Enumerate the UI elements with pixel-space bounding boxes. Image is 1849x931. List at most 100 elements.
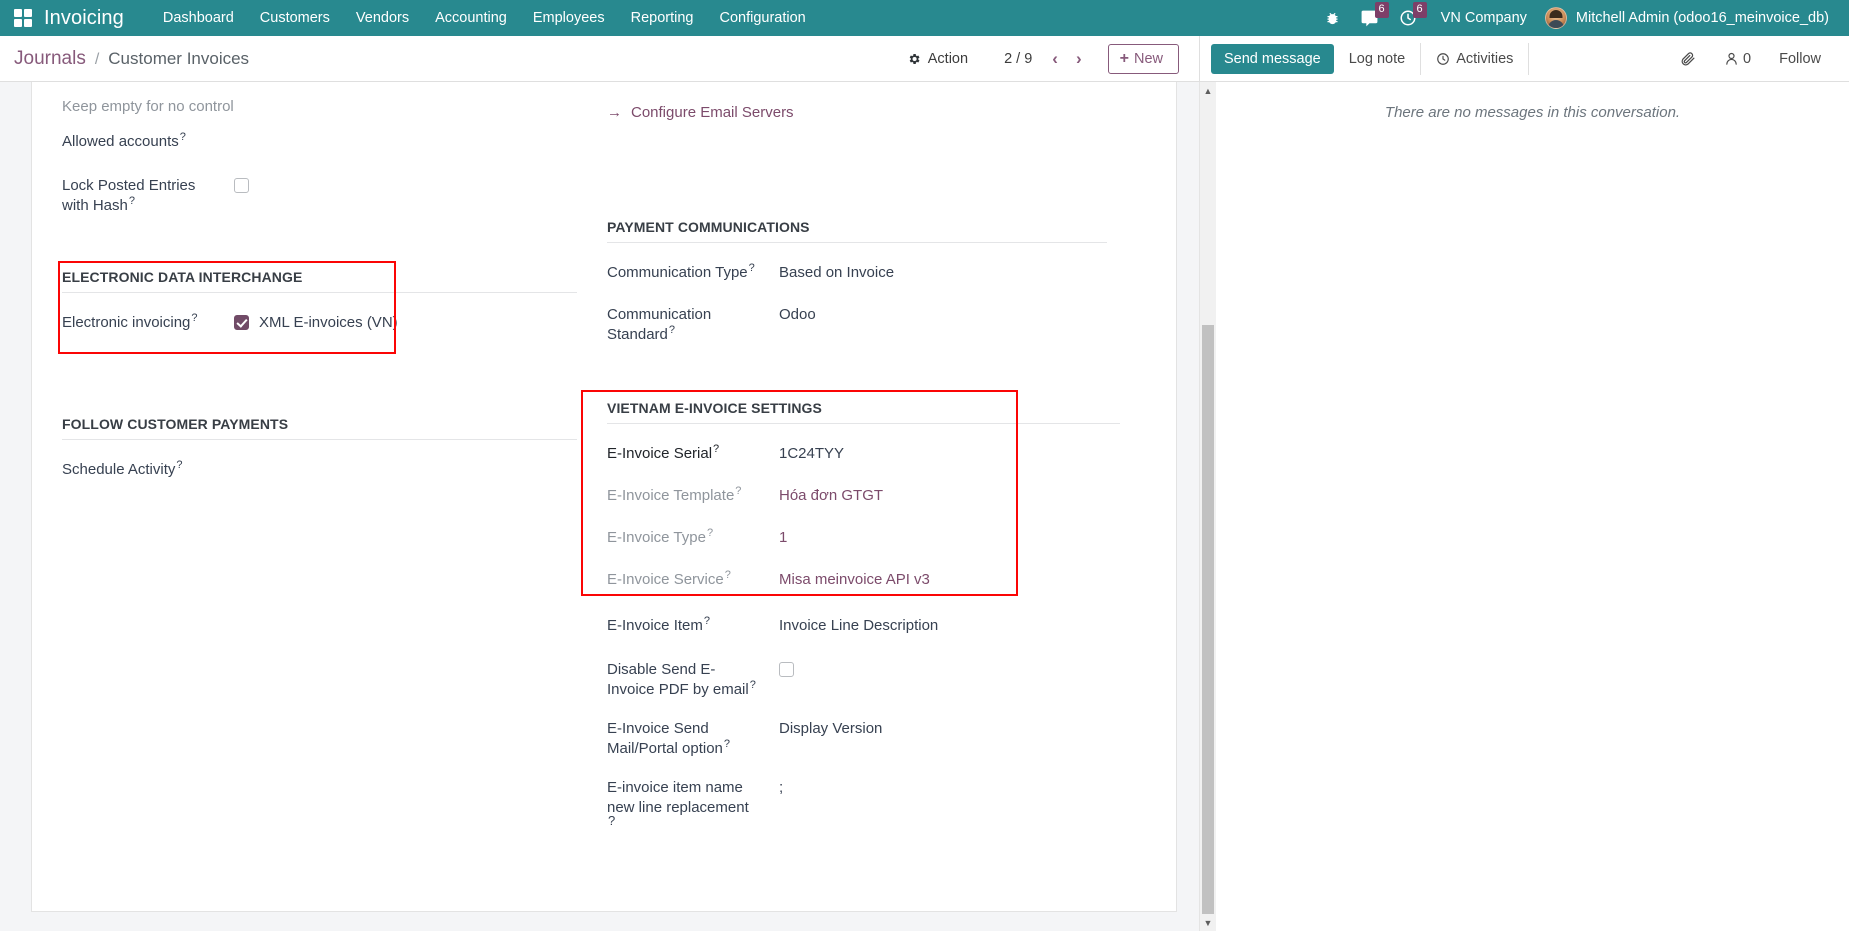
follow-label: Follow — [1779, 51, 1821, 67]
scroll-down-arrow-icon[interactable]: ▼ — [1200, 914, 1216, 931]
activities-button[interactable]: Activities — [1421, 36, 1528, 82]
followers-count: 0 — [1743, 51, 1751, 67]
control-panel-actions: Action 2 / 9 ‹ › + New — [895, 44, 1199, 74]
messages-badge: 6 — [1375, 2, 1389, 18]
einvoice-send-mail-value[interactable]: Display Version — [779, 718, 882, 739]
configure-email-servers-link[interactable]: → Configure Email Servers — [607, 104, 794, 121]
followers-button[interactable]: 0 — [1712, 36, 1763, 82]
help-tip-icon[interactable]: ? — [180, 131, 186, 143]
einvoice-item-value[interactable]: Invoice Line Description — [779, 615, 938, 636]
menu-configuration[interactable]: Configuration — [706, 0, 818, 36]
lock-posted-entries-checkbox[interactable] — [234, 178, 249, 193]
einvoice-service-row: E-Invoice Service? Misa meinvoice API v3 — [607, 569, 1140, 595]
pager-value[interactable]: 2 / 9 — [994, 51, 1042, 67]
menu-customers[interactable]: Customers — [247, 0, 343, 36]
action-button[interactable]: Action — [895, 46, 980, 72]
company-switcher[interactable]: VN Company — [1427, 10, 1541, 26]
follow-payments-group: FOLLOW CUSTOMER PAYMENTS Schedule Activi… — [62, 416, 577, 485]
breadcrumb-separator: / — [95, 51, 99, 69]
log-note-button[interactable]: Log note — [1334, 36, 1420, 82]
form-left-column: Keep empty for no control Allowed accoun… — [62, 98, 607, 501]
plus-icon: + — [1120, 51, 1129, 67]
help-tip-icon[interactable]: ? — [191, 312, 197, 324]
menu-reporting[interactable]: Reporting — [618, 0, 707, 36]
breadcrumb: Journals / Customer Invoices — [0, 48, 249, 70]
einvoice-serial-value[interactable]: 1C24TYY — [779, 443, 844, 464]
disable-send-pdf-checkbox[interactable] — [779, 662, 794, 677]
app-brand-invoicing[interactable]: Invoicing — [44, 7, 124, 30]
attachment-button[interactable] — [1667, 36, 1708, 82]
pager-next-button[interactable]: › — [1068, 48, 1090, 69]
communication-type-value[interactable]: Based on Invoice — [779, 262, 894, 283]
allowed-accounts-row: Allowed accounts? — [62, 131, 577, 157]
new-button-label: New — [1134, 51, 1163, 67]
vn-einvoice-group: VIETNAM E-INVOICE SETTINGS E-Invoice Ser… — [607, 400, 1140, 837]
einvoice-newline-replacement-value[interactable]: ; — [779, 777, 783, 798]
form-sheet: Keep empty for no control Allowed accoun… — [31, 82, 1177, 912]
electronic-invoicing-label: Electronic invoicing? — [62, 312, 234, 333]
help-tip-icon[interactable]: ? — [749, 262, 755, 274]
follow-payments-title: FOLLOW CUSTOMER PAYMENTS — [62, 416, 577, 440]
clock-icon[interactable]: 6 — [1389, 0, 1427, 36]
lock-posted-label-line2: with Hash — [62, 197, 128, 214]
menu-employees[interactable]: Employees — [520, 0, 618, 36]
scrollbar-thumb[interactable] — [1202, 325, 1214, 914]
communication-standard-row: CommunicationStandard? Odoo — [607, 304, 1140, 344]
user-menu[interactable]: Mitchell Admin (odoo16_meinvoice_db) — [1541, 7, 1839, 29]
send-message-button[interactable]: Send message — [1211, 44, 1334, 74]
help-tip-icon[interactable]: ? — [608, 813, 615, 828]
form-top-row: Keep empty for no control Allowed accoun… — [62, 98, 1140, 853]
einvoice-service-value[interactable]: Misa meinvoice API v3 — [779, 569, 930, 590]
help-tip-icon[interactable]: ? — [735, 485, 741, 497]
activities-label: Activities — [1456, 51, 1513, 67]
schedule-activity-row: Schedule Activity? — [62, 459, 577, 485]
help-tip-icon[interactable]: ? — [724, 738, 730, 750]
help-tip-icon[interactable]: ? — [713, 443, 719, 455]
main-content: Keep empty for no control Allowed accoun… — [0, 82, 1849, 931]
menu-vendors[interactable]: Vendors — [343, 0, 422, 36]
einvoice-template-value[interactable]: Hóa đơn GTGT — [779, 485, 883, 506]
new-button[interactable]: + New — [1108, 44, 1179, 74]
communication-standard-value[interactable]: Odoo — [779, 304, 816, 325]
einvoice-type-value[interactable]: 1 — [779, 527, 787, 548]
help-tip-icon[interactable]: ? — [750, 679, 756, 691]
disable-send-pdf-label-line1: Disable Send E- — [607, 661, 715, 678]
einvoice-service-label-text: E-Invoice Service — [607, 571, 724, 588]
einvoice-type-row: E-Invoice Type? 1 — [607, 527, 1140, 553]
vn-einvoice-title: VIETNAM E-INVOICE SETTINGS — [607, 400, 1120, 424]
help-tip-icon[interactable]: ? — [129, 195, 135, 207]
communication-type-label: Communication Type? — [607, 262, 779, 283]
breadcrumb-journals[interactable]: Journals — [14, 48, 86, 70]
einvoice-send-mail-row: E-Invoice Send Mail/Portal option? Displ… — [607, 718, 1140, 758]
menu-accounting[interactable]: Accounting — [422, 0, 520, 36]
xml-einvoices-vn-label: XML E-invoices (VN) — [259, 312, 398, 333]
electronic-invoicing-row: Electronic invoicing? XML E-invoices (VN… — [62, 312, 577, 338]
bug-icon[interactable] — [1315, 0, 1350, 36]
einvoice-newline-label-line1: E-invoice item name — [607, 779, 743, 796]
einvoice-type-label: E-Invoice Type? — [607, 527, 779, 548]
einvoice-serial-label: E-Invoice Serial? — [607, 443, 779, 464]
gear-icon — [907, 52, 921, 66]
help-tip-icon[interactable]: ? — [176, 459, 182, 471]
payment-communications-title: PAYMENT COMMUNICATIONS — [607, 219, 1107, 243]
einvoice-template-row: E-Invoice Template? Hóa đơn GTGT — [607, 485, 1140, 511]
communication-type-label-text: Communication Type — [607, 264, 748, 281]
help-tip-icon[interactable]: ? — [704, 615, 710, 627]
xml-einvoices-vn-checkbox[interactable] — [234, 315, 249, 330]
edi-group-title: ELECTRONIC DATA INTERCHANGE — [62, 269, 577, 293]
apps-grid-icon[interactable] — [14, 9, 32, 27]
form-vertical-scrollbar[interactable]: ▲ ▼ — [1199, 82, 1216, 931]
help-tip-icon[interactable]: ? — [669, 324, 675, 336]
communication-type-row: Communication Type? Based on Invoice — [607, 262, 1140, 288]
follower-area: 0 Follow — [1667, 36, 1849, 82]
chat-bubble-icon[interactable]: 6 — [1350, 0, 1389, 36]
follow-button[interactable]: Follow — [1767, 36, 1833, 82]
einvoice-template-label-text: E-Invoice Template — [607, 487, 734, 504]
help-tip-icon[interactable]: ? — [725, 569, 731, 581]
menu-dashboard[interactable]: Dashboard — [150, 0, 247, 36]
pager-previous-button[interactable]: ‹ — [1044, 48, 1066, 69]
help-tip-icon[interactable]: ? — [707, 527, 713, 539]
allowed-accounts-label-text: Allowed accounts — [62, 133, 179, 150]
scroll-up-arrow-icon[interactable]: ▲ — [1200, 82, 1216, 99]
form-right-column: → Configure Email Servers PAYMENT COMMUN… — [607, 98, 1140, 853]
